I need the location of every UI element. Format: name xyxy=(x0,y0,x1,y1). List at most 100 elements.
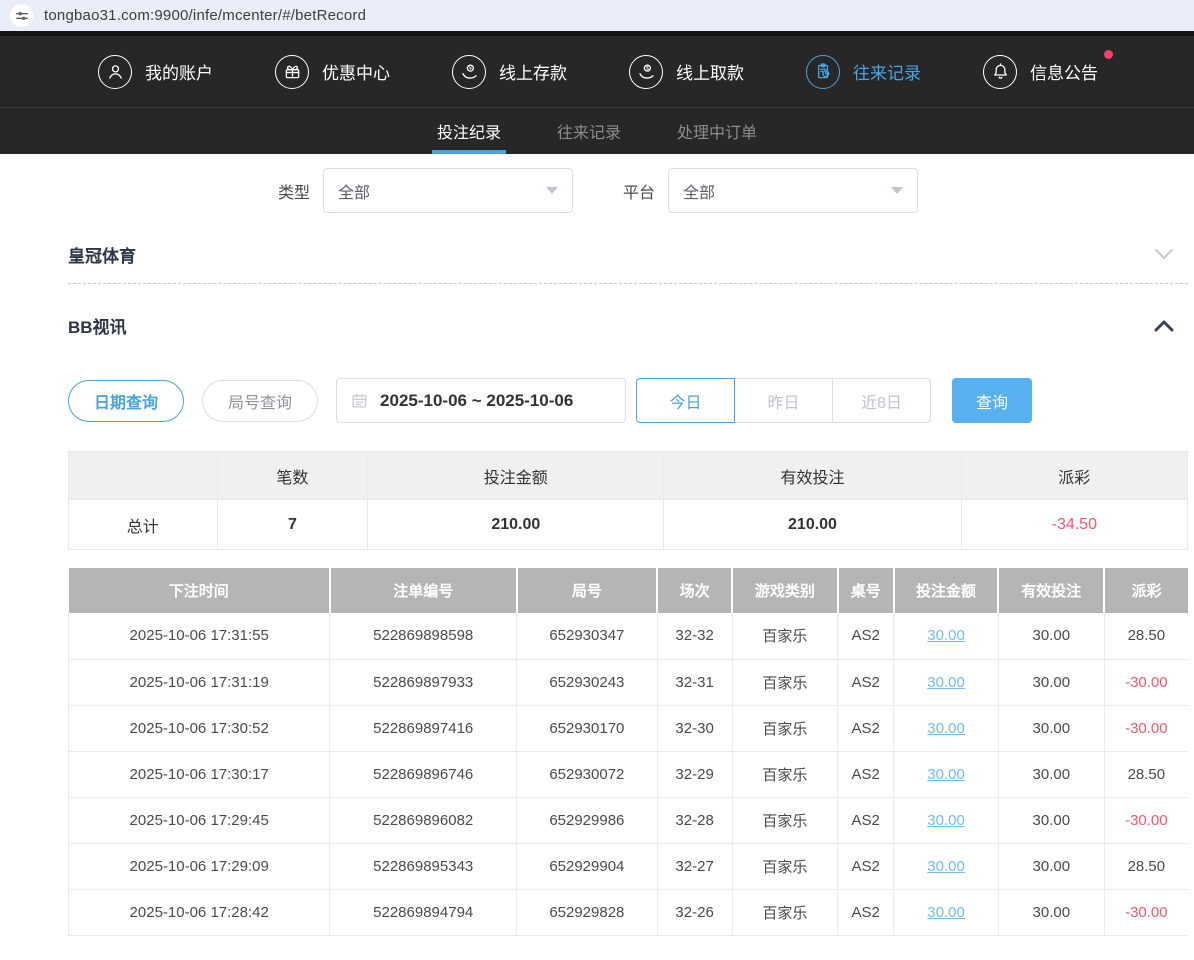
cell-order-id: 522869897933 xyxy=(330,659,517,705)
cell-payout: 28.50 xyxy=(1104,751,1188,797)
cell-session: 32-30 xyxy=(657,705,732,751)
nav-item-announcements[interactable]: 信息公告 xyxy=(983,55,1098,89)
cell-session: 32-27 xyxy=(657,843,732,889)
date-query-button[interactable]: 日期查询 xyxy=(68,380,184,422)
cell-bet-time: 2025-10-06 17:29:09 xyxy=(69,843,330,889)
cell-game-type: 百家乐 xyxy=(732,705,838,751)
tab-bet-records[interactable]: 投注纪录 xyxy=(432,108,506,154)
round-query-button[interactable]: 局号查询 xyxy=(202,380,318,422)
tab-pending-orders[interactable]: 处理中订单 xyxy=(672,108,762,154)
bet-amount-link[interactable]: 30.00 xyxy=(927,766,965,783)
cell-round-id: 652929904 xyxy=(517,843,658,889)
section-huangguan-sports[interactable]: 皇冠体育 xyxy=(68,225,1188,283)
cell-payout: 28.50 xyxy=(1104,843,1188,889)
cell-bet-time: 2025-10-06 17:29:45 xyxy=(69,797,330,843)
cell-round-id: 652929828 xyxy=(517,889,658,935)
bet-table-header-row: 下注时间 注单编号 局号 场次 游戏类别 桌号 投注金额 有效投注 派彩 xyxy=(69,568,1189,613)
summary-total-row: 总计 7 210.00 210.00 -34.50 xyxy=(69,500,1188,550)
cell-table-id: AS2 xyxy=(838,843,894,889)
section-title: BB视讯 xyxy=(68,313,127,338)
chevron-down-icon[interactable] xyxy=(1152,246,1176,263)
platform-select[interactable]: 全部 xyxy=(668,168,918,213)
cell-round-id: 652929986 xyxy=(517,797,658,843)
summary-header-blank xyxy=(69,452,218,500)
summary-header-bet-amount: 投注金额 xyxy=(368,452,664,500)
cell-bet-time: 2025-10-06 17:28:42 xyxy=(69,889,330,935)
cell-valid-bet: 30.00 xyxy=(998,843,1104,889)
bet-amount-link[interactable]: 30.00 xyxy=(927,904,965,921)
cell-payout: -30.00 xyxy=(1104,889,1188,935)
type-filter-label: 类型 xyxy=(278,179,310,203)
chevron-down-icon xyxy=(891,187,903,194)
header-valid-bet: 有效投注 xyxy=(998,568,1104,613)
cell-valid-bet: 30.00 xyxy=(998,889,1104,935)
summary-payout-value: -34.50 xyxy=(961,500,1187,550)
nav-item-records[interactable]: 往来记录 xyxy=(806,55,921,89)
cell-game-type: 百家乐 xyxy=(732,751,838,797)
section-title: 皇冠体育 xyxy=(68,242,136,267)
type-select[interactable]: 全部 xyxy=(323,168,573,213)
nav-item-label: 线上存款 xyxy=(499,59,567,84)
bet-table-body: 2025-10-06 17:31:55522869898598652930347… xyxy=(69,613,1189,935)
cell-table-id: AS2 xyxy=(838,613,894,659)
cell-game-type: 百家乐 xyxy=(732,797,838,843)
cell-session: 32-29 xyxy=(657,751,732,797)
site-settings-icon[interactable] xyxy=(10,4,33,27)
nav-item-deposit[interactable]: ¥ 线上存款 xyxy=(452,55,567,89)
bet-amount-link[interactable]: 30.00 xyxy=(927,674,965,691)
nav-item-withdraw[interactable]: $ 线上取款 xyxy=(629,55,744,89)
nav-item-label: 优惠中心 xyxy=(322,59,390,84)
nav-item-my-account[interactable]: 我的账户 xyxy=(98,55,213,89)
platform-select-value: 全部 xyxy=(683,179,715,203)
user-icon xyxy=(98,55,132,89)
table-row: 2025-10-06 17:31:55522869898598652930347… xyxy=(69,613,1189,659)
tab-transaction-records[interactable]: 往来记录 xyxy=(552,108,626,154)
type-select-value: 全部 xyxy=(338,179,370,203)
date-range-input[interactable]: 2025-10-06 ~ 2025-10-06 xyxy=(336,378,626,423)
bet-amount-link[interactable]: 30.00 xyxy=(927,812,965,829)
filter-row: 类型 全部 平台 全部 xyxy=(278,168,1188,213)
last-8-days-button[interactable]: 近8日 xyxy=(832,378,931,423)
search-button[interactable]: 查询 xyxy=(952,378,1032,423)
cell-valid-bet: 30.00 xyxy=(998,751,1104,797)
browser-url-bar: tongbao31.com:9900/infe/mcenter/#/betRec… xyxy=(0,0,1194,31)
table-row: 2025-10-06 17:31:19522869897933652930243… xyxy=(69,659,1189,705)
cell-order-id: 522869896082 xyxy=(330,797,517,843)
cell-session: 32-32 xyxy=(657,613,732,659)
cell-payout: -30.00 xyxy=(1104,705,1188,751)
today-button[interactable]: 今日 xyxy=(636,378,735,423)
section-bb-live[interactable]: BB视讯 xyxy=(68,296,1188,354)
cell-session: 32-28 xyxy=(657,797,732,843)
cell-bet-amount: 30.00 xyxy=(894,843,999,889)
deposit-icon: ¥ xyxy=(452,55,486,89)
cell-bet-amount: 30.00 xyxy=(894,751,999,797)
cell-bet-amount: 30.00 xyxy=(894,659,999,705)
header-game-type: 游戏类别 xyxy=(732,568,838,613)
nav-item-promotions[interactable]: 优惠中心 xyxy=(275,55,390,89)
cell-game-type: 百家乐 xyxy=(732,843,838,889)
date-range-value: 2025-10-06 ~ 2025-10-06 xyxy=(380,391,573,411)
table-row: 2025-10-06 17:30:17522869896746652930072… xyxy=(69,751,1189,797)
cell-table-id: AS2 xyxy=(838,797,894,843)
nav-item-label: 信息公告 xyxy=(1030,59,1098,84)
summary-header-count: 笔数 xyxy=(217,452,368,500)
cell-bet-time: 2025-10-06 17:31:55 xyxy=(69,613,330,659)
header-table-id: 桌号 xyxy=(838,568,894,613)
chevron-up-icon[interactable] xyxy=(1152,317,1176,334)
records-icon xyxy=(806,55,840,89)
bet-amount-link[interactable]: 30.00 xyxy=(927,627,965,644)
bet-records-table: 下注时间 注单编号 局号 场次 游戏类别 桌号 投注金额 有效投注 派彩 202… xyxy=(68,568,1188,936)
cell-valid-bet: 30.00 xyxy=(998,705,1104,751)
chevron-down-icon xyxy=(546,187,558,194)
bet-amount-link[interactable]: 30.00 xyxy=(927,858,965,875)
platform-filter-label: 平台 xyxy=(623,179,655,203)
yesterday-button[interactable]: 昨日 xyxy=(734,378,833,423)
bet-amount-link[interactable]: 30.00 xyxy=(927,720,965,737)
cell-round-id: 652930072 xyxy=(517,751,658,797)
notification-dot xyxy=(1104,50,1113,59)
cell-bet-amount: 30.00 xyxy=(894,889,999,935)
table-row: 2025-10-06 17:29:09522869895343652929904… xyxy=(69,843,1189,889)
url-text[interactable]: tongbao31.com:9900/infe/mcenter/#/betRec… xyxy=(44,7,366,24)
query-toolbar: 日期查询 局号查询 2025-10-06 ~ 2025-10-06 今日 昨日 … xyxy=(68,378,1188,423)
cell-round-id: 652930347 xyxy=(517,613,658,659)
